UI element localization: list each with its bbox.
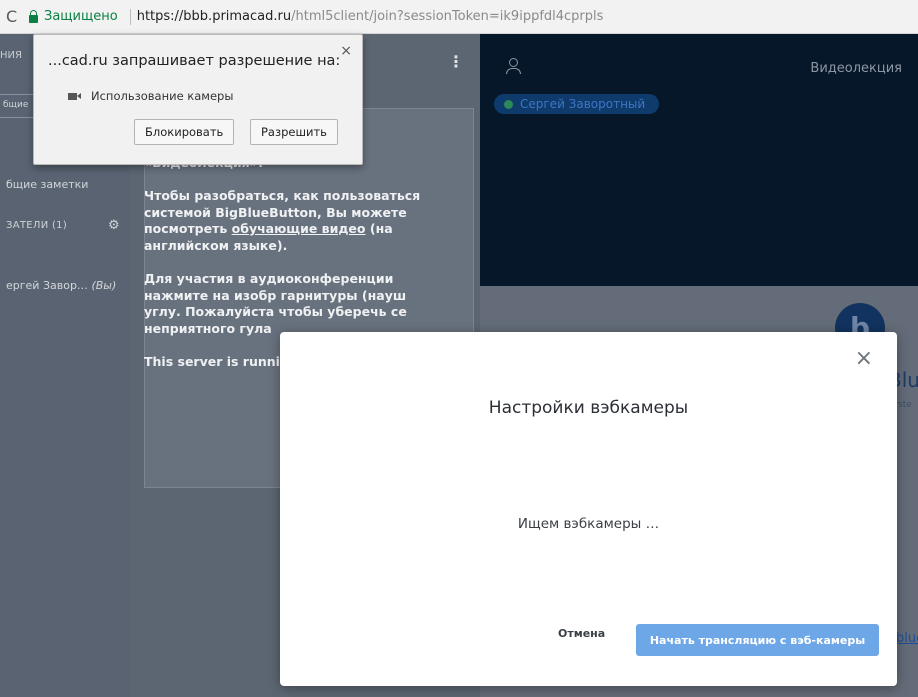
permission-item-label: Использование камеры: [91, 89, 234, 103]
secure-label[interactable]: Защищено: [42, 9, 124, 24]
permission-item: Использование камеры: [68, 89, 233, 103]
block-button[interactable]: Блокировать: [134, 119, 235, 145]
url-path[interactable]: /html5client/join?sessionToken=ik9ippfdl…: [291, 9, 603, 24]
cancel-button[interactable]: Отмена: [558, 627, 605, 640]
lock-icon: [24, 9, 42, 23]
reload-icon[interactable]: C: [0, 7, 24, 26]
permission-title: ...cad.ru запрашивает разрешение на:: [48, 53, 341, 69]
audio-instructions: Для участия в аудиоконференции нажмите н…: [144, 271, 407, 336]
start-webcam-button[interactable]: Начать трансляцию с вэб-камеры: [636, 624, 879, 656]
user-icon: [506, 58, 521, 74]
camera-permission-popup: ...cad.ru запрашивает разрешение на: × И…: [33, 34, 363, 165]
shared-notes-item[interactable]: бщие заметки: [6, 178, 88, 191]
user-you-label: (Вы): [91, 279, 117, 292]
webcam-settings-modal: × Настройки вэбкамеры Ищем вэбкамеры … О…: [280, 332, 897, 686]
tutorial-link[interactable]: обучающие видео: [232, 221, 366, 236]
url-host[interactable]: https://bbb.primacad.ru: [137, 9, 291, 24]
user-name: ергей Завор…: [6, 279, 88, 292]
video-title: Видеолекция: [810, 61, 902, 76]
browser-address-bar[interactable]: C Защищено https://bbb.primacad.ru/html5…: [0, 0, 918, 34]
close-icon[interactable]: ×: [855, 348, 873, 370]
camera-icon: [68, 92, 81, 100]
server-info: This server is runnir: [144, 354, 287, 369]
users-heading: ЗАТЕЛИ (1): [6, 220, 68, 231]
url-separator: [129, 8, 131, 25]
user-list-item[interactable]: ергей Завор… (Вы): [6, 279, 116, 292]
brand-link-partial[interactable]: blue: [896, 631, 918, 646]
allow-button[interactable]: Разрешить: [250, 119, 338, 145]
more-options-icon[interactable]: ⋮: [448, 52, 464, 71]
webcam-search-status: Ищем вэбкамеры …: [517, 516, 660, 532]
presenter-badge[interactable]: Сергей Заворотный: [494, 94, 660, 114]
close-icon[interactable]: ×: [340, 43, 352, 59]
gear-icon[interactable]: ⚙: [108, 218, 120, 233]
modal-title: Настройки вэбкамеры: [488, 398, 689, 418]
video-area: Видеолекция Сергей Заворотный: [480, 34, 918, 286]
